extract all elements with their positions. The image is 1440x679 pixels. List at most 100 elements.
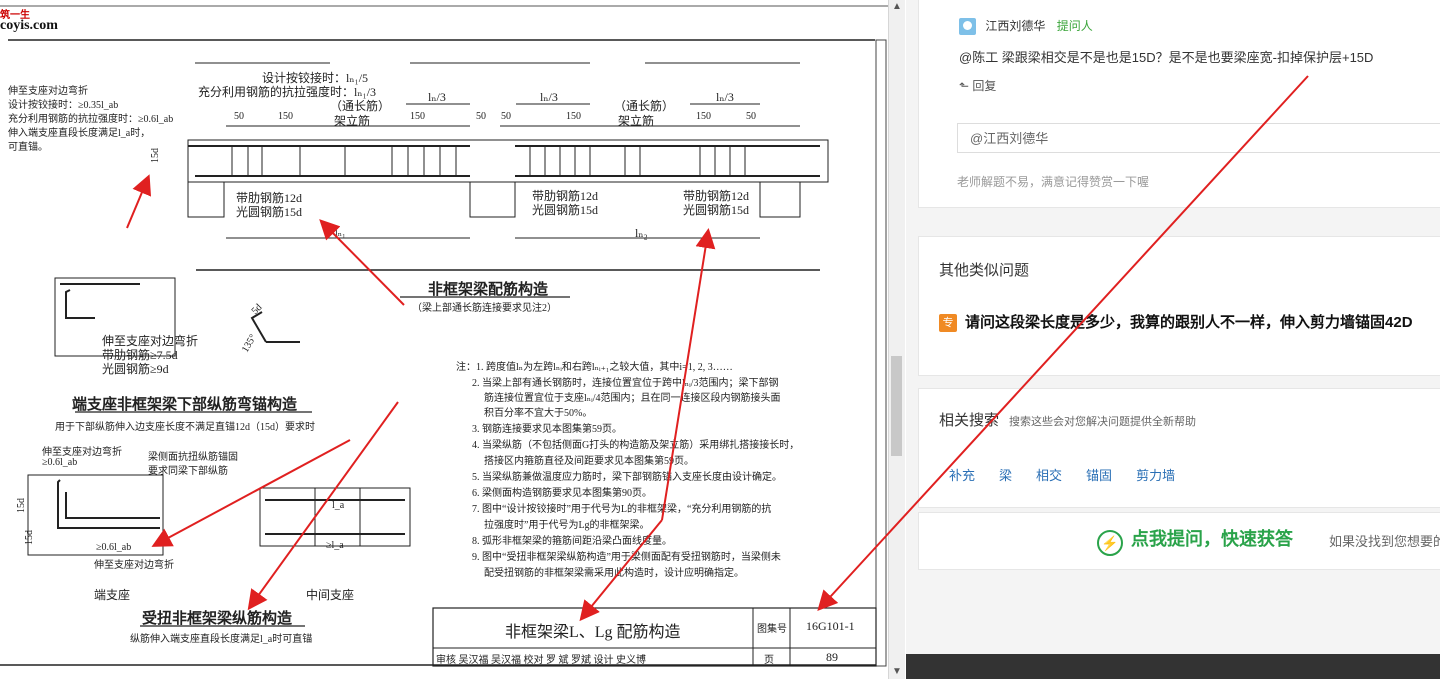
note-line: 积百分率不宜大于50%。: [484, 408, 593, 419]
drawing-subtitle: （梁上部通长筋连接要求见注2）: [412, 303, 557, 314]
note-line: 5. 当梁纵筋兼做温度应力筋时，梁下部钢筋锚入支座长度由设计确定。: [472, 472, 782, 483]
drawing-title: 非框架梁配筋构造: [428, 282, 549, 298]
drawing-text: 伸至支座对边弯折: [8, 86, 88, 97]
drawing-text: 设计按铰接时：≥0.35l_ab: [8, 100, 119, 111]
reward-tip: 老师解题不易，满意记得赞赏一下喔: [957, 175, 1150, 189]
similar-question-link[interactable]: 专请问这段梁长度是多少，我算的跟别人不一样，伸入剪力墙锚固42D: [939, 311, 1413, 332]
drawing-subtitle: 纵筋伸入端支座直段长度满足l_a时可直锚: [130, 634, 313, 645]
reply-input[interactable]: @江西刘德华: [957, 123, 1440, 153]
comment-card: 江西刘德华 提问人 @陈工 梁跟梁相交是不是也是15D？是不是也要梁座宽-扣掉保…: [918, 0, 1440, 208]
note-line: 8. 弧形非框架梁的箍筋间距沿梁凸面线度量。: [472, 536, 672, 547]
note-line: 配受扭钢筋的非框架梁需采用此构造时，设计应明确指定。: [484, 568, 744, 579]
drawing-text: 架立筋: [334, 114, 371, 128]
reply-arrow-icon: ⬑: [959, 79, 970, 93]
drawing-text: 50: [746, 111, 756, 122]
comment-user: 江西刘德华 提问人: [959, 17, 1093, 36]
vertical-scrollbar[interactable]: ▲ ▼: [888, 0, 905, 679]
search-link[interactable]: 梁: [999, 468, 1012, 483]
drawing-text: lₙ/3: [716, 90, 734, 104]
drawing-text: 光圆钢筋≥9d: [102, 362, 169, 376]
reply-label: 回复: [972, 79, 997, 93]
note-line: 4. 当梁纵筋（不包括侧面G打头的构造筋及架立筋）采用绑扎搭接接长时，: [472, 440, 800, 451]
similar-questions-card: 其他类似问题 专请问这段梁长度是多少，我算的跟别人不一样，伸入剪力墙锚固42D: [918, 236, 1440, 376]
scroll-down-icon[interactable]: ▼: [889, 665, 905, 679]
drawing-text: 伸至支座对边弯折: [94, 560, 174, 571]
titleblock-atlas-no: 16G101-1: [806, 619, 855, 633]
asker-badge: 提问人: [1056, 19, 1093, 33]
drawing-text: 150: [696, 111, 711, 122]
drawing-text: 15d: [150, 148, 161, 163]
drawing-text: 150: [410, 111, 425, 122]
note-line: 3. 钢筋连接要求见本图集第59页。: [472, 424, 622, 435]
scroll-thumb[interactable]: [891, 356, 902, 456]
drawing-text: l_a: [332, 500, 345, 511]
reply-button[interactable]: ⬑ 回复: [959, 77, 996, 94]
drawing-title: 受扭非框架梁纵筋构造: [142, 611, 293, 627]
search-link[interactable]: 补充: [949, 468, 975, 483]
ask-label: 点我提问，快速获答: [1131, 529, 1293, 549]
drawing-text: lₙ₂: [635, 226, 648, 240]
drawing-text: ≥0.6l_ab: [96, 542, 132, 553]
drawing-text: 50: [476, 111, 486, 122]
drawing-text: 光圆钢筋15d: [236, 205, 303, 219]
lightning-icon: ⚡: [1097, 530, 1123, 556]
note-line: 筋连接位置宜位于支座lₙᵢ/4范围内；且在同一连接区段内钢筋接头面: [484, 393, 781, 404]
tag-icon: 专: [939, 314, 957, 332]
drawing-text: 15d: [24, 530, 35, 545]
drawing-text: lₙ/3: [540, 90, 558, 104]
ask-card: ⚡ 点我提问，快速获答 如果没找到您想要的: [918, 512, 1440, 570]
titleblock-name: 非框架梁L、Lg 配筋构造: [505, 624, 681, 641]
drawing-image: 筑一生 coyis.com 伸至支座对边弯折 设计按铰接时：≥0.35l_ab …: [0, 0, 888, 679]
titleblock-atlas-label: 图集号: [757, 624, 787, 635]
related-search-card: 相关搜索 搜索这些会对您解决问题提供全新帮助 补充 梁 相交 锚固 剪力墙: [918, 388, 1440, 508]
drawing-text: 中间支座: [306, 588, 355, 602]
scroll-up-icon[interactable]: ▲: [889, 0, 905, 14]
comment-text: @陈工 梁跟梁相交是不是也是15D？是不是也要梁座宽-扣掉保护层+15D: [959, 50, 1374, 65]
search-link[interactable]: 相交: [1036, 468, 1062, 483]
avatar: [959, 18, 976, 36]
note-line: 7. 图中“设计按铰接时”用于代号为L的非框架梁，“充分利用钢筋的抗: [472, 504, 772, 515]
drawing-text: 可直锚。: [8, 142, 48, 153]
drawing-text: 充分利用钢筋的抗拉强度时：≥0.6l_ab: [8, 114, 174, 125]
drawing-text: lₙ/3: [428, 90, 446, 104]
related-search-links: 补充 梁 相交 锚固 剪力墙: [949, 465, 1199, 484]
qa-panel: 江西刘德华 提问人 @陈工 梁跟梁相交是不是也是15D？是不是也要梁座宽-扣掉保…: [906, 0, 1440, 679]
username[interactable]: 江西刘德华: [985, 19, 1045, 33]
search-link[interactable]: 剪力墙: [1136, 468, 1175, 483]
titleblock-page-no: 89: [826, 650, 838, 664]
section-title: 其他类似问题: [939, 262, 1030, 279]
drawing-text: 50: [501, 111, 511, 122]
drawing-title: 端支座非框架梁下部纵筋弯锚构造: [72, 397, 298, 413]
drawing-text: 梁侧面抗扭纵筋锚固: [148, 452, 238, 463]
related-search-title: 相关搜索: [939, 412, 1000, 429]
note-line: 6. 梁侧面构造钢筋要求见本图集第90页。: [472, 488, 652, 499]
drawing-text: ≥l_a: [326, 540, 344, 551]
ask-hint: 如果没找到您想要的: [1329, 534, 1440, 549]
drawing-text: 架立筋: [618, 114, 655, 128]
drawing-subtitle: 用于下部纵筋伸入边支座长度不满足直锚12d（15d）要求时: [55, 422, 315, 433]
related-search-desc: 搜索这些会对您解决问题提供全新帮助: [1009, 416, 1197, 428]
drawing-text: 光圆钢筋15d: [683, 203, 750, 217]
drawing-text: 150: [278, 111, 293, 122]
drawing-text: 伸入端支座直段长度满足l_a时，: [8, 128, 151, 139]
drawing-text: 150: [566, 111, 581, 122]
note-line: 注：1. 跨度值lₙ为左跨lₙᵢ和右跨lₙᵢ₊₁之较大值，其中i=1, 2, 3…: [456, 362, 733, 373]
titleblock-page-label: 页: [764, 655, 774, 666]
drawing-text: 15d: [16, 498, 27, 513]
footer-bar: [906, 654, 1440, 679]
note-line: 拉强度时”用于代号为Lg的非框架梁。: [484, 520, 650, 531]
note-line: 2. 当梁上部有通长钢筋时，连接位置宜位于跨中lₙᵢ/3范围内；梁下部钢: [472, 378, 779, 389]
ask-button[interactable]: ⚡ 点我提问，快速获答: [1097, 525, 1293, 556]
similar-question-text[interactable]: 请问这段梁长度是多少，我算的跟别人不一样，伸入剪力墙锚固42D: [965, 314, 1413, 331]
drawing-text: ≥0.6l_ab: [42, 457, 78, 468]
titleblock-signatures: 审核 吴汉福 吴汉福 校对 罗 斌 罗斌 设计 史义博: [436, 655, 646, 666]
drawing-text: 光圆钢筋15d: [532, 203, 599, 217]
drawing-text: lₙ₁: [335, 228, 346, 239]
drawing-text: 伸至支座对边弯折: [42, 447, 122, 458]
drawing-text: 要求同梁下部纵筋: [148, 466, 228, 477]
section-title: 相关搜索 搜索这些会对您解决问题提供全新帮助: [939, 409, 1196, 430]
note-line: 9. 图中“受扭非框架梁纵筋构造”用于梁侧面配有受扭钢筋时，当梁侧未: [472, 552, 781, 563]
search-link[interactable]: 锚固: [1086, 468, 1112, 483]
drawing-text: 端支座: [94, 588, 131, 602]
note-line: 搭接区内箍筋直径及间距要求见本图集第59页。: [484, 456, 694, 467]
